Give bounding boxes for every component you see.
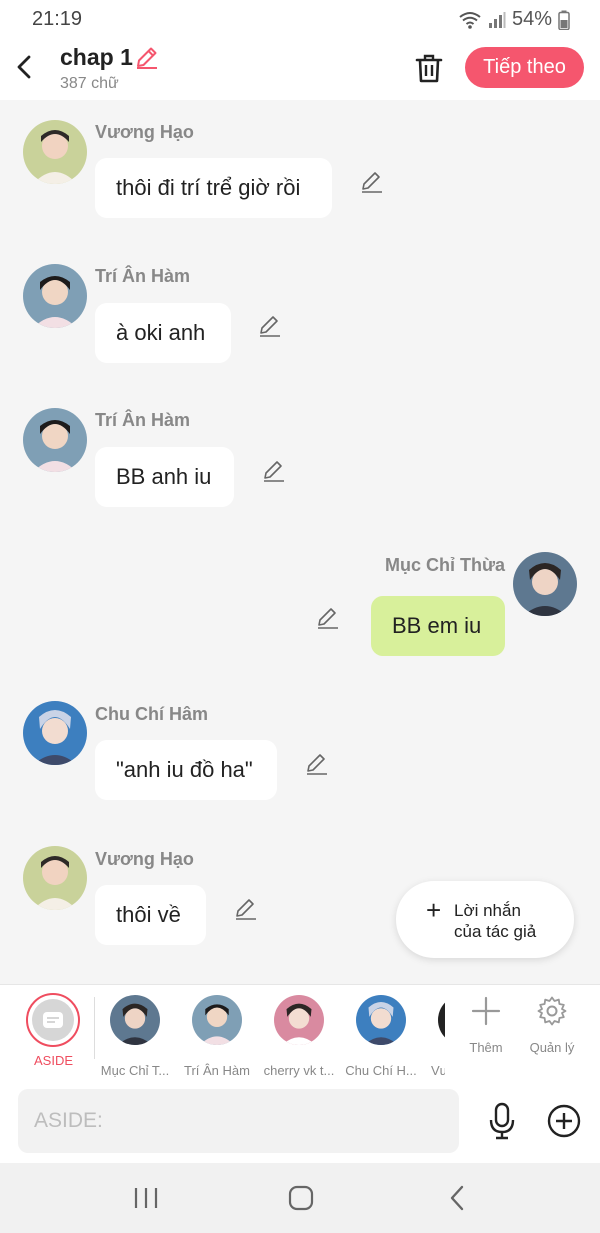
edit-title-pencil-icon[interactable] xyxy=(134,44,160,70)
author-note-label: Lời nhắn xyxy=(454,901,521,920)
avatar xyxy=(110,995,160,1045)
trash-icon[interactable] xyxy=(414,52,444,84)
battery-icon xyxy=(558,10,570,30)
character-bar: ASIDE Mục Chỉ T... Trí Ân Hàm cherry vk … xyxy=(0,984,600,1079)
sender-name: Trí Ân Hàm xyxy=(95,266,191,286)
avatar xyxy=(356,995,406,1045)
message-input[interactable] xyxy=(18,1089,459,1153)
character-tri-an-ham[interactable]: Trí Ân Hàm xyxy=(177,995,257,1078)
home-icon[interactable] xyxy=(281,1183,321,1213)
message-bubble-mine[interactable]: BB em iu xyxy=(371,596,505,656)
aside-icon xyxy=(43,1012,63,1028)
author-note-label: của tác giả xyxy=(454,922,537,941)
aside-avatar xyxy=(32,999,74,1041)
chat-area: Vương Hạo thôi đi trí trể giờ rồi Trí Ân… xyxy=(0,100,600,984)
status-time: 21:19 xyxy=(32,8,83,30)
back-arrow-icon[interactable] xyxy=(14,52,34,82)
manage-characters-button[interactable]: Quản lý xyxy=(522,995,582,1055)
gear-icon xyxy=(537,996,567,1026)
sender-name: Vương Hạo xyxy=(95,849,194,869)
avatar-tri-an-ham[interactable] xyxy=(23,408,87,472)
edit-message-icon[interactable] xyxy=(359,168,385,194)
message-bubble[interactable]: thôi về xyxy=(95,885,206,945)
manage-label: Quản lý xyxy=(529,1040,575,1055)
character-label: Chu Chí H... xyxy=(345,1063,417,1078)
edit-message-icon[interactable] xyxy=(261,457,287,483)
edit-message-icon[interactable] xyxy=(315,604,341,630)
wifi-icon xyxy=(459,11,481,29)
signal-icon xyxy=(488,11,506,28)
sender-name: Trí Ân Hàm xyxy=(95,410,191,430)
avatar-tri-an-ham[interactable] xyxy=(23,264,87,328)
aside-character-button[interactable] xyxy=(26,993,80,1047)
character-label: Vư xyxy=(431,1063,445,1075)
plus-icon: + xyxy=(426,895,442,925)
edit-message-icon[interactable] xyxy=(233,895,259,921)
chat-editor-screen: 21:19 54% chap 1 387 chữ Tiếp theo Vương… xyxy=(0,0,600,1233)
avatar xyxy=(274,995,324,1045)
add-label: Thêm xyxy=(469,1040,503,1055)
message-bubble[interactable]: thôi đi trí trể giờ rồi xyxy=(95,158,332,218)
next-button[interactable]: Tiếp theo xyxy=(465,47,584,88)
character-label: Mục Chỉ T... xyxy=(100,1063,170,1078)
avatar-muc-chi-thua[interactable] xyxy=(513,552,577,616)
sender-name: Chu Chí Hâm xyxy=(95,704,209,724)
sender-name: Vương Hạo xyxy=(95,122,194,142)
add-attachment-icon[interactable] xyxy=(546,1103,582,1139)
sender-name: Mục Chỉ Thừa xyxy=(384,555,505,575)
chapter-title: chap 1 xyxy=(60,44,133,70)
avatar-vuong-hao[interactable] xyxy=(23,846,87,910)
character-muc-chi-thua[interactable]: Mục Chỉ T... xyxy=(95,995,175,1078)
recent-apps-icon[interactable] xyxy=(126,1183,166,1213)
back-icon[interactable] xyxy=(438,1183,478,1213)
message-input-bar xyxy=(0,1079,600,1163)
battery-percent: 54% xyxy=(511,8,552,30)
character-chu-chi-ham[interactable]: Chu Chí H... xyxy=(341,995,421,1078)
avatar xyxy=(438,995,445,1045)
microphone-icon[interactable] xyxy=(486,1101,518,1141)
aside-label: ASIDE xyxy=(34,1053,74,1068)
message-bubble[interactable]: "anh iu đồ ha" xyxy=(95,740,277,800)
edit-message-icon[interactable] xyxy=(304,750,330,776)
system-nav-bar xyxy=(0,1163,600,1233)
avatar-chu-chi-ham[interactable] xyxy=(23,701,87,765)
status-bar: 21:19 54% xyxy=(0,0,600,38)
word-count: 387 chữ xyxy=(60,75,119,92)
avatar-vuong-hao[interactable] xyxy=(23,120,87,184)
message-bubble[interactable]: BB anh iu xyxy=(95,447,234,507)
message-bubble[interactable]: à oki anh xyxy=(95,303,231,363)
character-cherry[interactable]: cherry vk t... xyxy=(259,995,339,1078)
plus-icon xyxy=(471,996,501,1026)
character-label: cherry vk t... xyxy=(263,1063,335,1078)
add-character-button[interactable]: Thêm xyxy=(456,995,516,1055)
avatar xyxy=(192,995,242,1045)
edit-message-icon[interactable] xyxy=(257,312,283,338)
character-vuong-hao[interactable]: Vư xyxy=(423,995,445,1075)
character-label: Trí Ân Hàm xyxy=(184,1063,250,1078)
top-header: chap 1 387 chữ Tiếp theo xyxy=(0,38,600,100)
author-note-button[interactable]: + Lời nhắn của tác giả xyxy=(396,881,574,958)
